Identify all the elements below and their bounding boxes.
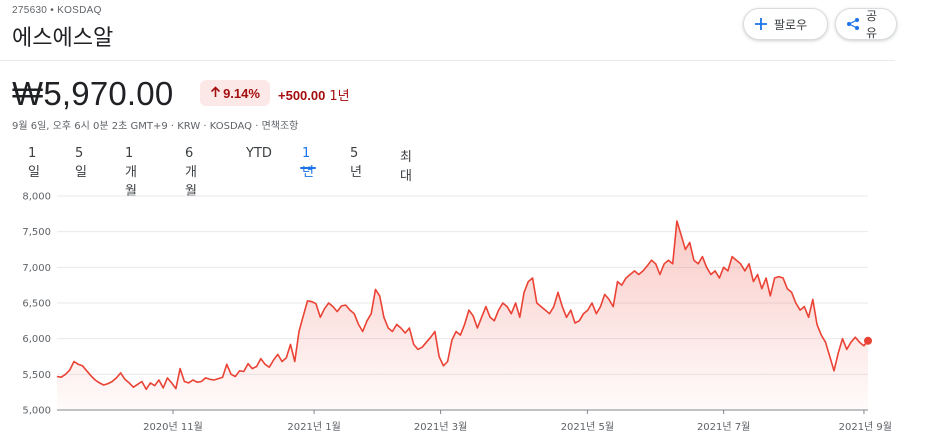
tab-1y[interactable]: 1년 [300,146,316,180]
y-tick-label: 8,000 [22,192,51,203]
follow-button[interactable]: 팔로우 [743,8,828,40]
arrow-up-icon [210,85,221,101]
header-divider [0,60,895,61]
y-tick-label: 5,000 [22,406,51,417]
tab-max[interactable]: 최대 [400,146,412,184]
change-absolute: +500.00 1년 [278,85,350,104]
y-tick-label: 7,000 [22,263,51,274]
price-chart[interactable]: 5,000 5,500 6,000 6,500 7,000 7,500 8,000 2020… [0,180,929,443]
change-percent-badge: 9.14% [200,80,270,106]
quote-meta: 9월 6일, 오후 6시 0분 2초 GMT+9 · KRW · KOSDAQ … [12,121,299,132]
x-tick-label: 2021년 7월 [697,421,750,433]
tab-5d[interactable]: 5일 [75,146,87,180]
x-axis-labels: 2020년 11월 2021년 1월 2021년 3월 2021년 5월 2021년 7… [143,410,892,433]
y-tick-label: 5,500 [22,370,51,381]
tab-1d[interactable]: 1일 [28,146,40,180]
share-icon [846,17,860,31]
x-tick-label: 2021년 9월 [839,421,892,433]
tab-5y[interactable]: 5년 [350,146,362,180]
current-price: ₩5,970.00 [12,75,174,112]
change-absolute-value: +500.00 [278,88,326,103]
y-tick-label: 6,000 [22,334,51,345]
ticker-label: 275630 • KOSDAQ [12,5,102,16]
tab-ytd[interactable]: YTD [246,146,272,161]
price-area [57,221,868,410]
last-price-dot [864,336,872,345]
change-period: 1년 [329,89,350,104]
share-button[interactable]: 공유 [835,8,897,40]
stock-name: 에스에스알 [12,26,114,51]
y-tick-label: 7,500 [22,227,51,238]
y-axis-labels: 5,000 5,500 6,000 6,500 7,000 7,500 8,000 [22,192,51,417]
plus-icon [754,17,768,31]
change-percent: 9.14% [223,85,260,101]
share-label: 공유 [866,9,878,40]
follow-label: 팔로우 [774,17,808,32]
y-tick-label: 6,500 [22,299,51,310]
x-tick-label: 2021년 1월 [287,421,340,433]
x-tick-label: 2020년 11월 [143,421,203,433]
x-tick-label: 2021년 5월 [561,421,614,433]
x-tick-label: 2021년 3월 [414,421,467,433]
